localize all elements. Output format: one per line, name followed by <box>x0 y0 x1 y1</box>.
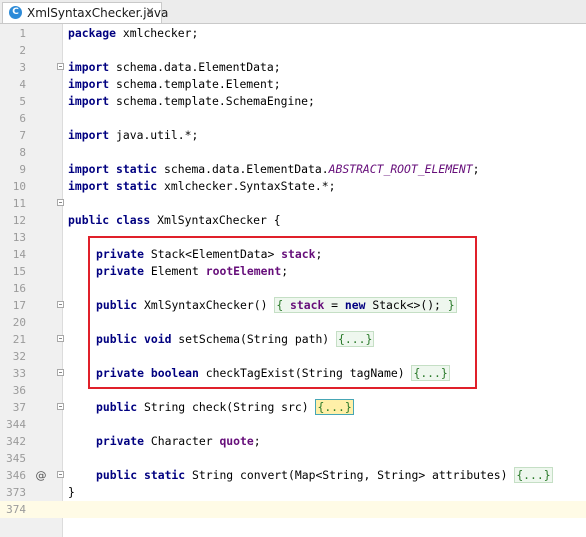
code-line[interactable]: 12 public class XmlSyntaxChecker { <box>0 212 586 229</box>
line-number: 346 <box>6 469 26 482</box>
line-number: 373 <box>6 486 26 499</box>
code-line[interactable]: 8 <box>0 144 586 161</box>
code-text: private Character quote; <box>96 434 261 448</box>
line-number: 37 <box>12 401 26 414</box>
code-text: import schema.template.Element; <box>68 77 281 91</box>
code-text: import schema.template.SchemaEngine; <box>68 94 315 108</box>
fold-toggle-icon[interactable] <box>57 369 64 376</box>
folded-block[interactable]: {...} <box>514 467 553 483</box>
editor-tab[interactable]: C XmlSyntaxChecker.java ✕ <box>2 2 168 23</box>
fold-toggle-icon[interactable] <box>57 63 64 70</box>
line-number: 342 <box>6 435 26 448</box>
line-number: 10 <box>12 180 26 193</box>
line-number: 21 <box>12 333 26 346</box>
line-number: 8 <box>19 146 26 159</box>
code-text: package xmlchecker; <box>68 26 199 40</box>
code-line[interactable]: 1 package xmlchecker; <box>0 25 586 42</box>
line-number: 11 <box>12 197 26 210</box>
code-text: } <box>68 485 75 499</box>
code-text: import static schema.data.ElementData.AB… <box>68 162 480 176</box>
fold-toggle-icon[interactable] <box>57 471 64 478</box>
code-line[interactable]: 342 private Character quote; <box>0 433 586 450</box>
fold-toggle-icon[interactable] <box>57 403 64 410</box>
code-line[interactable]: 7 import java.util.*; <box>0 127 586 144</box>
code-text: import static xmlchecker.SyntaxState.*; <box>68 179 336 193</box>
code-text: import schema.data.ElementData; <box>68 60 281 74</box>
code-line[interactable]: 374 <box>0 501 586 518</box>
code-text: import java.util.*; <box>68 128 199 142</box>
code-line[interactable]: 5 import schema.template.SchemaEngine; <box>0 93 586 110</box>
line-number: 6 <box>19 112 26 125</box>
line-number: 36 <box>12 384 26 397</box>
code-line[interactable]: 10 import static xmlchecker.SyntaxState.*… <box>0 178 586 195</box>
close-tab-icon[interactable]: ✕ <box>143 5 157 19</box>
line-number: 2 <box>19 44 26 57</box>
code-text: public class XmlSyntaxChecker { <box>68 213 281 227</box>
line-number: 345 <box>6 452 26 465</box>
line-number: 13 <box>12 231 26 244</box>
line-number: 32 <box>12 350 26 363</box>
code-line[interactable]: 11 <box>0 195 586 212</box>
code-editor[interactable]: 1 package xmlchecker; 2 3 import schema.data… <box>0 24 586 537</box>
line-number: 16 <box>12 282 26 295</box>
code-line[interactable]: 37 public String check(String src) {...} <box>0 399 586 416</box>
code-text: public static String convert(Map<String,… <box>96 467 553 483</box>
line-number: 17 <box>12 299 26 312</box>
line-number: 33 <box>12 367 26 380</box>
line-number: 3 <box>19 61 26 74</box>
line-number: 12 <box>12 214 26 227</box>
code-line[interactable]: 373} <box>0 484 586 501</box>
code-line[interactable]: 6 <box>0 110 586 127</box>
line-number: 7 <box>19 129 26 142</box>
highlight-box <box>88 236 477 389</box>
override-marker-icon[interactable]: @ <box>35 467 47 484</box>
line-number: 344 <box>6 418 26 431</box>
fold-toggle-icon[interactable] <box>57 199 64 206</box>
java-class-icon: C <box>9 6 22 19</box>
line-number: 9 <box>19 163 26 176</box>
line-number: 20 <box>12 316 26 329</box>
code-line[interactable]: 3 import schema.data.ElementData; <box>0 59 586 76</box>
code-line[interactable]: 9 import static schema.data.ElementData.A… <box>0 161 586 178</box>
editor-tab-bar: C XmlSyntaxChecker.java ✕ <box>0 0 586 24</box>
line-number: 4 <box>19 78 26 91</box>
code-line[interactable]: 2 <box>0 42 586 59</box>
code-line[interactable]: 4 import schema.template.Element; <box>0 76 586 93</box>
fold-toggle-icon[interactable] <box>57 301 64 308</box>
line-number: 1 <box>19 27 26 40</box>
code-line[interactable]: 346 @ public static String convert(Map<Str… <box>0 467 586 484</box>
fold-toggle-icon[interactable] <box>57 335 64 342</box>
line-number: 374 <box>6 503 26 516</box>
folded-block-selected[interactable]: {...} <box>315 399 354 415</box>
line-number: 5 <box>19 95 26 108</box>
code-text: public String check(String src) {...} <box>96 399 354 415</box>
line-number: 14 <box>12 248 26 261</box>
code-line[interactable]: 345 <box>0 450 586 467</box>
code-line[interactable]: 344 <box>0 416 586 433</box>
line-number: 15 <box>12 265 26 278</box>
